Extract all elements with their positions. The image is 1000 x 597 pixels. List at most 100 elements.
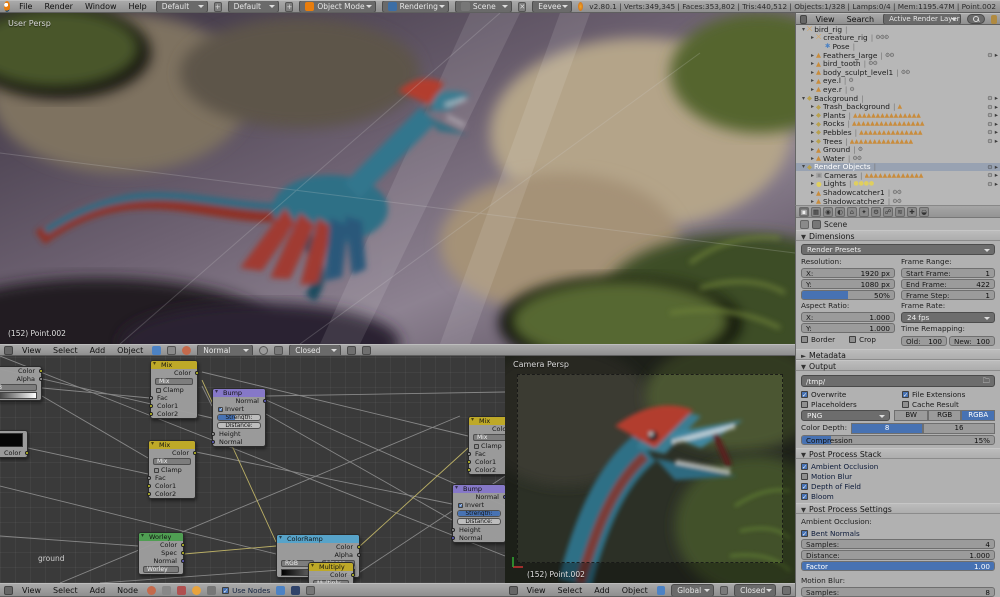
slider-field[interactable]: Factor 1.00 bbox=[801, 561, 995, 571]
node-socket[interactable] bbox=[181, 543, 185, 547]
checkbox-ambient-occlusion[interactable]: ✓ Ambient Occlusion bbox=[801, 461, 995, 471]
expander-icon[interactable]: ▸ bbox=[809, 155, 816, 162]
slider-field[interactable]: 50% bbox=[801, 290, 895, 300]
node-socket[interactable] bbox=[451, 528, 455, 532]
expander-icon[interactable]: ▸ bbox=[809, 198, 816, 205]
outliner-row[interactable]: ▸ ▲ Shadowcatcher1 | ⚙⚙ bbox=[796, 188, 1000, 197]
node-socket[interactable] bbox=[357, 545, 361, 549]
node-socket[interactable] bbox=[195, 371, 199, 375]
node-socket[interactable] bbox=[149, 412, 153, 416]
render-camera-icon[interactable] bbox=[347, 345, 357, 355]
node-title[interactable]: Multiply bbox=[309, 562, 353, 571]
node-checkbox[interactable]: ✓ Invert bbox=[453, 501, 505, 509]
properties-tab-6[interactable]: ⚙ bbox=[871, 206, 881, 217]
node-editor[interactable]: ColorAlphaRGBColorMixColorMixClampFacCol… bbox=[0, 356, 505, 583]
number-field[interactable]: Old: 100 bbox=[901, 336, 947, 346]
expander-icon[interactable]: ▸ bbox=[809, 52, 816, 59]
menu-help[interactable]: Help bbox=[126, 2, 150, 11]
properties-tab-10[interactable]: ◒ bbox=[919, 206, 929, 217]
expander-icon[interactable]: ▸ bbox=[809, 34, 816, 41]
viewport-3d[interactable]: User Persp (152) Point.002 bbox=[0, 13, 795, 344]
visibility-eye-icon[interactable]: ⊙ bbox=[987, 103, 992, 111]
menu-render[interactable]: Render bbox=[41, 2, 75, 11]
viewport-menu-object[interactable]: Object bbox=[114, 346, 146, 355]
render-camera-icon[interactable] bbox=[782, 585, 791, 595]
shader-node-mix[interactable]: MixColorMixClampFacColor1Color2 bbox=[149, 360, 199, 419]
outliner-row[interactable]: ▸ ● Lights | ● ● ● ● ⊙ ▸ bbox=[796, 179, 1000, 188]
selectability-icon[interactable]: ▸ bbox=[995, 128, 998, 136]
outliner-row[interactable]: ▸ ▲ Feathers_large | ⚙⚙ ⊙ ▸ bbox=[796, 51, 1000, 60]
viewport-menu-add[interactable]: Add bbox=[87, 346, 109, 355]
outliner-row[interactable]: ▸ ⨉ creature_rig | ⚙⚙⚙ bbox=[796, 33, 1000, 42]
checkbox-crop[interactable]: Crop bbox=[849, 334, 876, 344]
editor-type-icon[interactable] bbox=[800, 14, 807, 24]
number-field[interactable]: Samples: 4 bbox=[801, 539, 995, 549]
shader-node-bump[interactable]: BumpNormal✓InvertStrength: 0.400Distance… bbox=[211, 388, 267, 447]
editor-type-icon[interactable] bbox=[4, 345, 13, 355]
node-title[interactable]: Mix bbox=[469, 416, 505, 425]
outliner-display-dropdown[interactable]: Active Render Layer bbox=[883, 14, 962, 24]
node-socket[interactable] bbox=[451, 536, 455, 540]
viewport-menu-select[interactable]: Select bbox=[50, 346, 81, 355]
mode-icon[interactable] bbox=[656, 585, 666, 595]
node-dropdown[interactable]: Mix bbox=[153, 458, 191, 465]
node-menu-view[interactable]: View bbox=[19, 586, 44, 595]
node-value-slider[interactable]: Distance: 0.100 bbox=[457, 518, 501, 525]
expander-icon[interactable]: ▸ bbox=[809, 189, 816, 196]
node-socket[interactable] bbox=[181, 559, 185, 563]
panel-header-output[interactable]: ▼ Output bbox=[796, 360, 1000, 371]
shading-dropdown[interactable]: Rendering bbox=[381, 1, 449, 12]
node-title[interactable]: Mix bbox=[151, 360, 197, 369]
selectability-icon[interactable]: ▸ bbox=[995, 120, 998, 128]
scene-layout-dropdown[interactable]: Default bbox=[227, 1, 280, 12]
outliner-row[interactable]: ✱ Pose | bbox=[796, 42, 1000, 51]
checkbox-border[interactable]: Border bbox=[801, 334, 835, 344]
color-swatch[interactable] bbox=[0, 433, 23, 447]
expander-icon[interactable]: ▸ bbox=[809, 112, 816, 119]
node-checkbox[interactable]: Clamp bbox=[149, 466, 195, 474]
outliner-menu-view[interactable]: View bbox=[813, 15, 838, 24]
material-ball-icon[interactable] bbox=[147, 585, 157, 595]
expander-icon[interactable]: ▸ bbox=[809, 103, 816, 110]
node-menu-node[interactable]: Node bbox=[114, 586, 141, 595]
expander-icon[interactable]: ▸ bbox=[809, 146, 816, 153]
expander-icon[interactable]: ▸ bbox=[809, 129, 816, 136]
outliner-row[interactable]: ▸ ▲ Ground | ⚙ bbox=[796, 145, 1000, 154]
number-field[interactable]: Samples: 8 bbox=[801, 587, 995, 597]
outliner-row[interactable]: ▸ ◆ Rocks | ▲ ▲ ▲ ▲ ▲ ▲ ▲ ▲ ▲ ▲ ▲ ▲ ▲ ▲ ▲ ▲ … bbox=[796, 119, 1000, 128]
properties-tab-4[interactable]: ⌂ bbox=[847, 206, 857, 217]
outliner-row[interactable]: ▸ ◆ Trees | ▲ ▲ ▲ ▲ ▲ ▲ ▲ ▲ ▲ ▲ ▲ ▲ ▲ ▲ ⊙ ▸ bbox=[796, 137, 1000, 146]
panel-header-post-process-stack[interactable]: ▼ Post Process Stack bbox=[796, 448, 1000, 459]
visibility-eye-icon[interactable]: ⊙ bbox=[987, 51, 992, 59]
node-checkbox[interactable]: ✓ Invert bbox=[213, 405, 265, 413]
checkbox-depth-of-field[interactable]: ✓ Depth of Field bbox=[801, 481, 995, 491]
add-layout-button[interactable]: + bbox=[213, 1, 222, 12]
visibility-eye-icon[interactable]: ⊙ bbox=[987, 137, 992, 145]
checkbox-cache-result[interactable]: Cache Result bbox=[902, 399, 959, 409]
snap-magnet-icon[interactable] bbox=[274, 345, 284, 355]
properties-tab-9[interactable]: ✚ bbox=[907, 206, 917, 217]
camera-menu-select[interactable]: Select bbox=[555, 586, 586, 595]
shader-node-mix[interactable]: MixColorMixClampFacColor1Color2 bbox=[467, 416, 505, 475]
node-checkbox[interactable]: Clamp bbox=[469, 442, 505, 450]
camera-viewport[interactable]: Camera Persp (152) Point.002 bbox=[505, 356, 795, 583]
overlay-icon[interactable] bbox=[306, 585, 316, 595]
node-socket[interactable] bbox=[181, 551, 185, 555]
properties-tab-2[interactable]: ◉ bbox=[823, 206, 833, 217]
outliner-row[interactable]: ▸ ▲ body_sculpt_level1 | ⚙⚙ bbox=[796, 68, 1000, 77]
node-value-slider[interactable]: Distance: 0.100 bbox=[217, 422, 261, 429]
node-menu-select[interactable]: Select bbox=[50, 586, 81, 595]
outliner-row[interactable]: ▸ ▣ Cameras | ▲ ▲ ▲ ▲ ▲ ▲ ▲ ▲ ▲ ▲ ▲ ▲ ▲ ⊙ ▸ bbox=[796, 171, 1000, 180]
visibility-eye-icon[interactable]: ⊙ bbox=[987, 111, 992, 119]
expander-icon[interactable]: ▸ bbox=[809, 180, 816, 187]
slider-field[interactable]: Compression 15% bbox=[801, 435, 995, 445]
node-socket[interactable] bbox=[467, 460, 471, 464]
outliner-row[interactable]: ▸ ▲ bird_tooth | ⚙⚙ bbox=[796, 59, 1000, 68]
number-field[interactable]: Distance: 1.000 bbox=[801, 550, 995, 560]
visibility-eye-icon[interactable]: ⊙ bbox=[987, 94, 992, 102]
mode-dropdown[interactable]: Object Mode bbox=[299, 1, 376, 12]
expander-icon[interactable]: ▸ bbox=[809, 172, 816, 179]
expander-icon[interactable]: ▾ bbox=[800, 26, 807, 33]
number-field[interactable]: Start Frame: 1 bbox=[901, 268, 995, 278]
node-socket[interactable] bbox=[351, 573, 355, 577]
